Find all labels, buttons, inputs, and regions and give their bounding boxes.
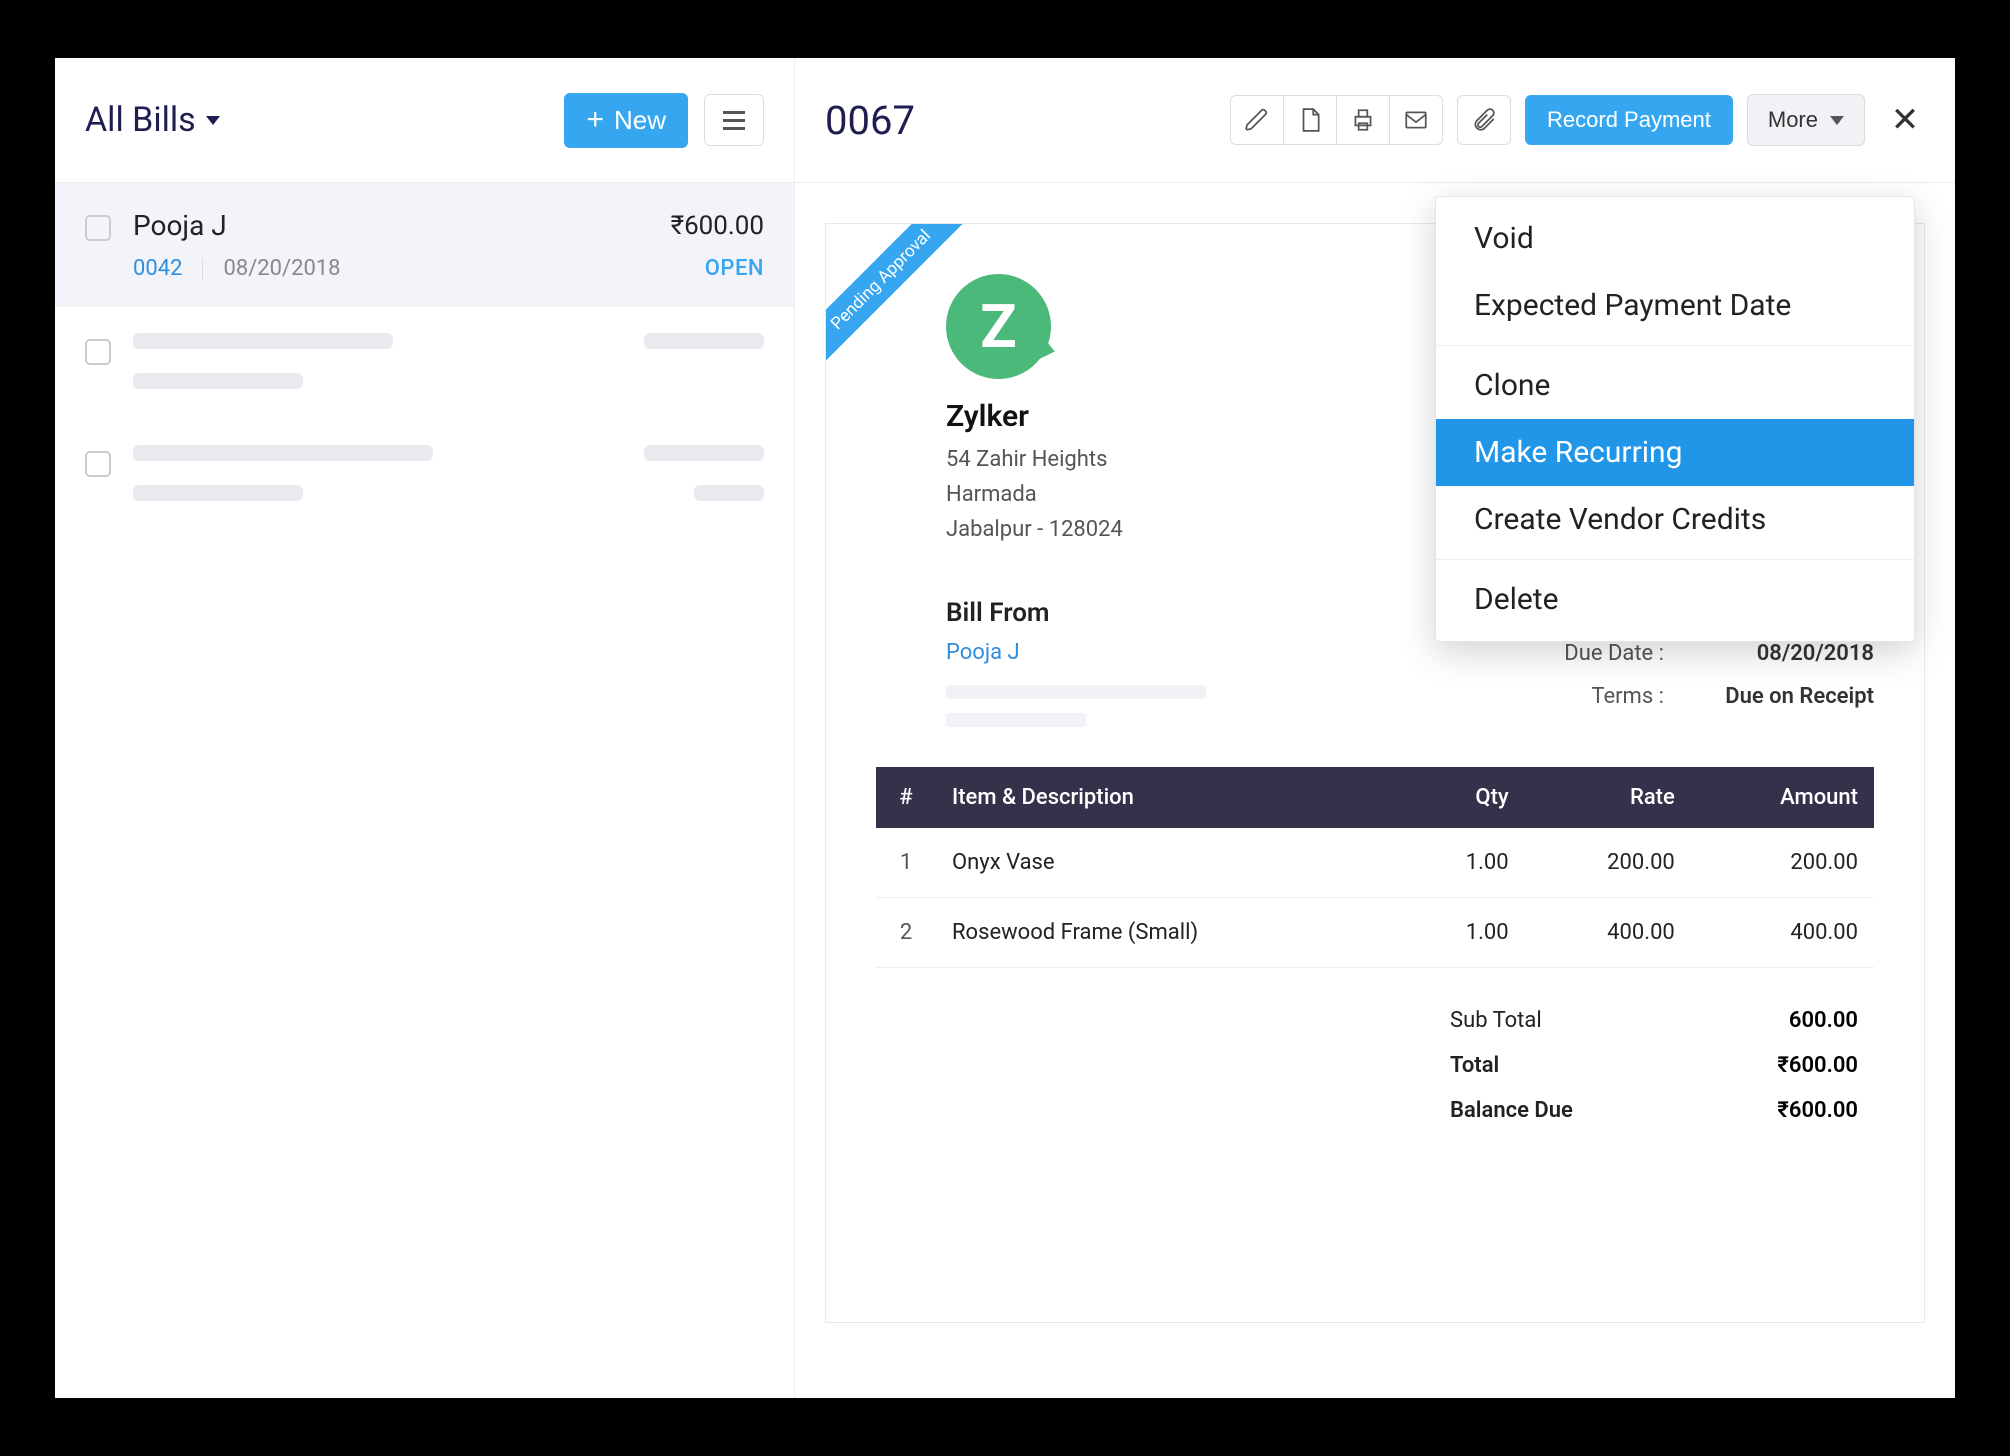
cell-num: 2 [876, 897, 936, 967]
subtotal-label: Sub Total [1450, 1008, 1542, 1033]
filter-title-text: All Bills [85, 100, 196, 140]
line-items-table: # Item & Description Qty Rate Amount 1 O… [876, 767, 1874, 968]
table-row: 1 Onyx Vase 1.00 200.00 200.00 [876, 828, 1874, 898]
hamburger-icon [723, 111, 745, 130]
cell-qty: 1.00 [1400, 897, 1525, 967]
vendor-name: Pooja J [133, 209, 227, 242]
menu-item-delete[interactable]: Delete [1436, 566, 1914, 633]
bill-from-block: Bill From Pooja J [946, 598, 1206, 727]
company-logo: Z [946, 274, 1051, 379]
more-dropdown: Void Expected Payment Date Clone Make Re… [1435, 196, 1915, 642]
col-qty: Qty [1400, 767, 1525, 828]
mail-icon [1403, 107, 1429, 133]
page-title: 0067 [825, 97, 1216, 144]
menu-item-make-recurring[interactable]: Make Recurring [1436, 419, 1914, 486]
email-button[interactable] [1389, 95, 1443, 145]
list-options-button[interactable] [704, 94, 764, 146]
balance-value: ₹600.00 [1777, 1098, 1858, 1123]
menu-item-create-vendor-credits[interactable]: Create Vendor Credits [1436, 486, 1914, 553]
print-button[interactable] [1336, 95, 1390, 145]
col-num: # [876, 767, 936, 828]
bill-amount: ₹600.00 [671, 211, 764, 241]
list-header: All Bills + New [55, 58, 794, 183]
totals-block: Sub Total 600.00 Total ₹600.00 Balance Due… [1434, 998, 1874, 1133]
total-value: ₹600.00 [1777, 1053, 1858, 1078]
meta-value: Due on Receipt [1704, 684, 1874, 709]
row-content: Pooja J ₹600.00 0042 08/20/2018 OPEN [133, 209, 764, 281]
bill-from-label: Bill From [946, 598, 1206, 628]
menu-item-void[interactable]: Void [1436, 205, 1914, 272]
bills-list-pane: All Bills + New Pooja J ₹600.00 [55, 58, 795, 1398]
list-item[interactable]: Pooja J ₹600.00 0042 08/20/2018 OPEN [55, 183, 794, 307]
menu-item-clone[interactable]: Clone [1436, 352, 1914, 419]
cell-qty: 1.00 [1400, 828, 1525, 898]
cell-amt: 200.00 [1691, 828, 1874, 898]
filter-dropdown[interactable]: All Bills [85, 100, 548, 140]
bill-from-vendor-link[interactable]: Pooja J [946, 640, 1020, 665]
record-payment-button[interactable]: Record Payment [1525, 95, 1733, 145]
subtotal-value: 600.00 [1789, 1008, 1858, 1033]
cell-rate: 200.00 [1525, 828, 1691, 898]
cell-rate: 400.00 [1525, 897, 1691, 967]
close-button[interactable]: ✕ [1885, 100, 1925, 140]
balance-label: Balance Due [1450, 1098, 1573, 1123]
bill-number-link[interactable]: 0042 [133, 256, 182, 281]
new-bill-button[interactable]: + New [564, 93, 688, 148]
logo-letter: Z [980, 291, 1016, 362]
more-button-label: More [1768, 107, 1818, 133]
meta-value: 08/20/2018 [1704, 641, 1874, 666]
app-window: All Bills + New Pooja J ₹600.00 [55, 58, 1955, 1398]
row-checkbox[interactable] [85, 339, 111, 365]
table-row: 2 Rosewood Frame (Small) 1.00 400.00 400… [876, 897, 1874, 967]
caret-down-icon [206, 116, 220, 125]
plus-icon: + [586, 105, 604, 135]
col-rate: Rate [1525, 767, 1691, 828]
status-badge: OPEN [705, 256, 764, 281]
pencil-icon [1244, 107, 1270, 133]
meta-label: Terms : [1534, 684, 1664, 709]
separator [202, 258, 203, 280]
cell-desc: Rosewood Frame (Small) [936, 897, 1400, 967]
paperclip-icon [1471, 107, 1497, 133]
col-item: Item & Description [936, 767, 1400, 828]
detail-header: 0067 Record Payment Mo [795, 58, 1955, 183]
cell-desc: Onyx Vase [936, 828, 1400, 898]
col-amt: Amount [1691, 767, 1874, 828]
row-checkbox[interactable] [85, 451, 111, 477]
cell-amt: 400.00 [1691, 897, 1874, 967]
list-item-placeholder [55, 419, 794, 527]
edit-button[interactable] [1230, 95, 1284, 145]
row-checkbox[interactable] [85, 215, 111, 241]
cell-num: 1 [876, 828, 936, 898]
total-label: Total [1450, 1053, 1499, 1078]
pdf-icon [1297, 107, 1323, 133]
list-item-placeholder [55, 307, 794, 419]
action-icon-group [1230, 95, 1443, 145]
bill-date: 08/20/2018 [223, 256, 340, 281]
more-button[interactable]: More [1747, 94, 1865, 146]
attach-button[interactable] [1457, 95, 1511, 145]
print-icon [1350, 107, 1376, 133]
close-icon: ✕ [1891, 100, 1920, 140]
caret-down-icon [1830, 116, 1844, 125]
meta-label: Due Date : [1534, 641, 1664, 666]
bills-list: Pooja J ₹600.00 0042 08/20/2018 OPEN [55, 183, 794, 1398]
menu-item-expected-payment-date[interactable]: Expected Payment Date [1436, 272, 1914, 339]
pdf-button[interactable] [1283, 95, 1337, 145]
new-button-label: New [614, 105, 666, 136]
ribbon-text: Pending Approval [826, 224, 972, 371]
